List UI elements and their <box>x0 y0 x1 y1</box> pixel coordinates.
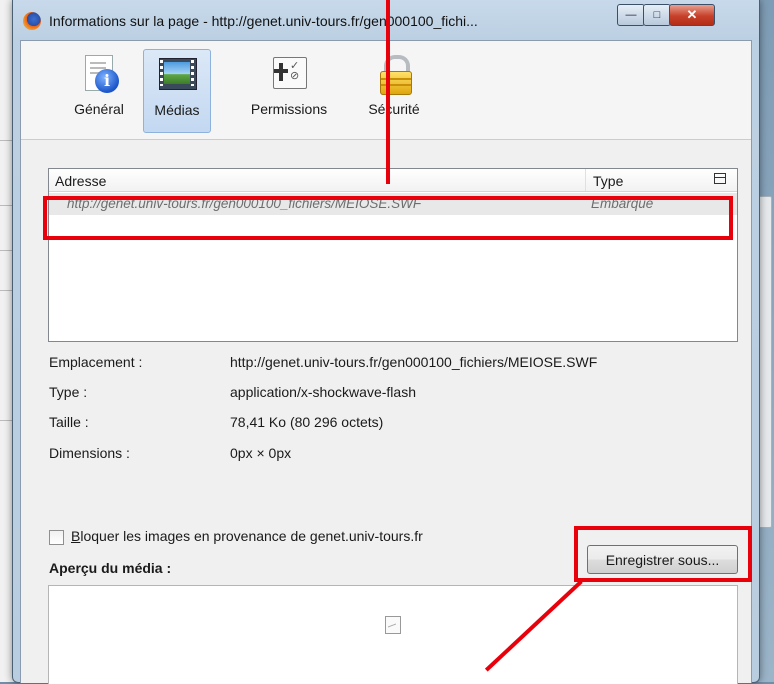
property-label: Type : <box>49 384 88 400</box>
media-list[interactable]: Adresse Type http://genet.univ-tours.fr/… <box>48 168 738 342</box>
firefox-icon <box>23 12 41 30</box>
property-label: Dimensions : <box>49 445 130 461</box>
tab-securite[interactable]: Sécurité <box>359 49 429 131</box>
property-value: 0px × 0px <box>230 445 292 461</box>
tab-securite-label: Sécurité <box>368 101 420 117</box>
minimize-button[interactable]: — <box>617 4 645 26</box>
media-image-icon <box>157 54 197 94</box>
permissions-icon: ✓ ⊘ <box>269 53 309 93</box>
property-label: Emplacement : <box>49 354 143 370</box>
close-button[interactable]: ✕ <box>669 4 715 26</box>
block-images-checkbox[interactable] <box>49 530 64 545</box>
column-header-type[interactable]: Type <box>593 173 623 189</box>
annotation-arrow-line <box>386 0 390 184</box>
property-value: application/x-shockwave-flash <box>230 384 416 400</box>
tab-general[interactable]: i Général <box>63 49 135 131</box>
block-images-label[interactable]: Bloquer les images en provenance de gene… <box>71 528 423 544</box>
column-picker-icon[interactable] <box>713 171 727 185</box>
property-value: 78,41 Ko (80 296 octets) <box>230 414 384 430</box>
tab-general-label: Général <box>74 101 124 117</box>
media-list-header: Adresse Type <box>49 169 737 192</box>
property-label: Taille : <box>49 414 89 430</box>
tab-permissions[interactable]: ✓ ⊘ Permissions <box>234 49 344 131</box>
maximize-button[interactable]: □ <box>643 4 671 26</box>
tab-medias-label: Médias <box>154 102 200 118</box>
annotation-highlight-row <box>43 196 733 240</box>
column-header-address[interactable]: Adresse <box>55 173 106 189</box>
padlock-icon <box>374 53 414 95</box>
window-title: Informations sur la page - http://genet.… <box>49 13 478 29</box>
broken-image-icon <box>385 616 401 634</box>
annotation-highlight-button <box>574 526 752 582</box>
property-value: http://genet.univ-tours.fr/gen000100_fic… <box>230 354 598 370</box>
media-preview-title: Aperçu du média : <box>49 560 172 576</box>
info-page-icon: i <box>79 53 119 93</box>
media-preview-area <box>48 585 738 684</box>
tab-permissions-label: Permissions <box>250 101 328 117</box>
background-scrollbar <box>758 196 772 528</box>
tab-medias[interactable]: Médias <box>143 49 211 133</box>
